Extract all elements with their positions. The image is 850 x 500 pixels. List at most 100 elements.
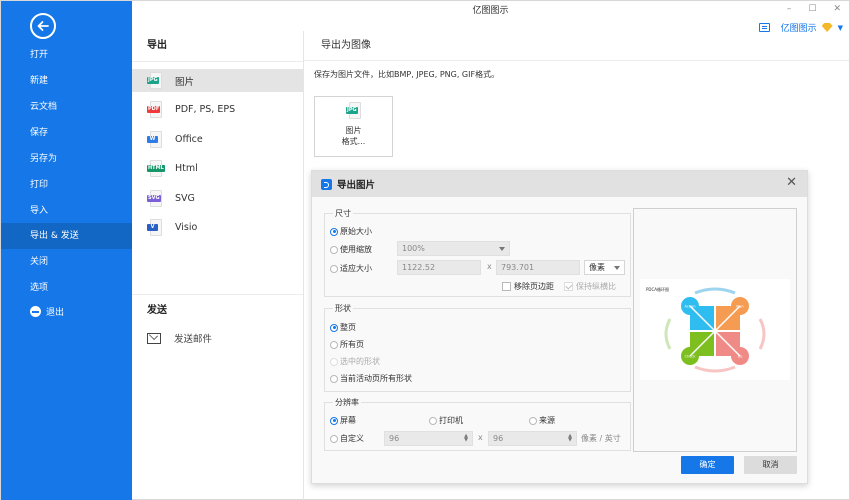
- sidebar-item-cloud-docs[interactable]: 云文档: [1, 94, 132, 120]
- sidebar-item-label: 新建: [30, 76, 49, 86]
- unit-dropdown[interactable]: 像素: [584, 260, 625, 275]
- radio-label: 适应大小: [340, 264, 372, 273]
- sidebar-item-label: 关闭: [30, 257, 49, 267]
- radio-label: 来源: [539, 416, 555, 425]
- radio-label: 所有页: [340, 340, 364, 349]
- sidebar-item-export-send[interactable]: 导出 & 发送: [1, 223, 132, 249]
- tile-line-2: 格式...: [341, 137, 366, 146]
- export-item-label: Visio: [175, 222, 198, 233]
- radio-all-pages[interactable]: 所有页: [330, 339, 364, 350]
- radio-selected-shapes[interactable]: 选中的形状: [330, 356, 380, 367]
- file-menu-sidebar: 打开 新建 云文档 保存 另存为 打印 导入 导出 & 发送 关闭 选项 退出: [1, 1, 132, 500]
- sidebar-item-new[interactable]: 新建: [1, 68, 132, 94]
- export-item-pdf[interactable]: PDF PDF, PS, EPS: [132, 98, 303, 121]
- dialog-title: 导出图片: [337, 180, 376, 191]
- radio-use-scale[interactable]: 使用缩放: [330, 244, 372, 255]
- dpi-x-value: 96: [389, 434, 400, 443]
- sidebar-item-save[interactable]: 保存: [1, 120, 132, 146]
- spinner-icon[interactable]: ▲ ▼: [464, 434, 468, 443]
- html-file-icon: HTML: [147, 160, 165, 177]
- jpg-file-icon: JPG: [346, 102, 361, 119]
- radio-button[interactable]: [330, 245, 338, 254]
- sidebar-item-label: 导出 & 发送: [30, 231, 79, 241]
- radio-custom[interactable]: 自定义: [330, 433, 364, 444]
- export-item-svg[interactable]: SVG SVG: [132, 187, 303, 210]
- shape-legend: 形状: [333, 303, 353, 314]
- export-item-visio[interactable]: V Visio: [132, 216, 303, 239]
- dialog-close-button[interactable]: ✕: [786, 176, 797, 190]
- radio-source[interactable]: 来源: [529, 415, 555, 426]
- send-heading: 发送: [147, 305, 167, 316]
- sidebar-item-label: 打开: [30, 50, 49, 60]
- sidebar-item-options[interactable]: 选项: [1, 275, 132, 301]
- preview-image: PDCA循环图 Action Plan Check Do: [640, 279, 790, 380]
- radio-label: 整页: [340, 323, 356, 332]
- ok-button[interactable]: 确定: [681, 456, 734, 474]
- export-item-label: Html: [175, 163, 198, 174]
- radio-fit-size[interactable]: 适应大小: [330, 263, 372, 274]
- sidebar-item-open[interactable]: 打开: [1, 42, 132, 68]
- image-format-tile[interactable]: JPG 图片 格式...: [314, 96, 393, 157]
- radio-button[interactable]: [330, 374, 338, 383]
- radio-button[interactable]: [429, 416, 437, 425]
- dpi-x-input[interactable]: 96 ▲ ▼: [384, 431, 473, 446]
- radio-label: 使用缩放: [340, 245, 372, 254]
- size-group: 尺寸 原始大小 使用缩放 100% 适应大小 1122.52 x 793.701…: [324, 208, 631, 297]
- checkbox[interactable]: [502, 282, 511, 291]
- sidebar-item-import[interactable]: 导入: [1, 198, 132, 224]
- minimize-button[interactable]: –: [787, 4, 792, 14]
- window-controls: – ☐ ✕: [787, 4, 841, 14]
- export-item-office[interactable]: W Office: [132, 128, 303, 151]
- jpg-file-icon: JPG: [147, 72, 162, 89]
- dialog-header: 导出图片: [312, 171, 807, 197]
- send-email-item[interactable]: 发送邮件: [147, 331, 212, 345]
- checkbox[interactable]: [564, 282, 573, 291]
- sidebar-item-save-as[interactable]: 另存为: [1, 146, 132, 172]
- radio-button[interactable]: [529, 416, 537, 425]
- checkbox-label: 移除页边距: [514, 282, 554, 291]
- radio-button[interactable]: [330, 357, 338, 366]
- sidebar-item-exit[interactable]: 退出: [1, 300, 132, 326]
- radio-button[interactable]: [330, 340, 338, 349]
- height-input[interactable]: 793.701: [496, 260, 580, 275]
- scale-value: 100%: [402, 244, 425, 253]
- radio-whole-page[interactable]: 整页: [330, 322, 356, 333]
- radio-label: 原始大小: [340, 227, 372, 236]
- radio-button[interactable]: [330, 264, 338, 273]
- word-file-icon: W: [147, 131, 162, 148]
- radio-label: 选中的形状: [340, 357, 380, 366]
- keep-ratio-checkbox[interactable]: 保持纵横比: [564, 281, 616, 292]
- radio-screen[interactable]: 屏幕: [330, 415, 356, 426]
- cycle-arrow-right: [758, 318, 766, 350]
- export-item-label: SVG: [175, 193, 195, 204]
- cycle-arrow-top: [694, 287, 736, 295]
- dpi-y-input[interactable]: 96 ▲ ▼: [488, 431, 577, 446]
- node-label: Plan: [736, 305, 743, 309]
- sidebar-item-print[interactable]: 打印: [1, 172, 132, 198]
- sidebar-item-label: 云文档: [30, 102, 58, 112]
- export-item-html[interactable]: HTML Html: [132, 157, 303, 180]
- dropdown-caret-icon: [499, 247, 505, 251]
- remove-margin-checkbox[interactable]: 移除页边距: [502, 281, 554, 292]
- scale-dropdown[interactable]: 100%: [397, 241, 510, 256]
- size-legend: 尺寸: [333, 208, 353, 219]
- export-image-panel: 导出为图像 保存为图片文件，比如BMP, JPEG, PNG, GIF格式。 J…: [304, 31, 849, 157]
- back-button[interactable]: [30, 13, 56, 39]
- export-item-image[interactable]: JPG 图片: [132, 69, 303, 92]
- width-input[interactable]: 1122.52: [397, 260, 481, 275]
- node-label: Action: [685, 305, 696, 309]
- radio-button[interactable]: [330, 227, 338, 236]
- radio-original-size[interactable]: 原始大小: [330, 226, 372, 237]
- radio-active-page-shapes[interactable]: 当前活动页所有形状: [330, 373, 412, 384]
- radio-button[interactable]: [330, 323, 338, 332]
- sidebar-item-label: 打印: [30, 180, 49, 190]
- close-window-button[interactable]: ✕: [833, 4, 841, 14]
- visio-file-icon: V: [147, 219, 162, 236]
- radio-button[interactable]: [330, 434, 338, 443]
- radio-button[interactable]: [330, 416, 338, 425]
- maximize-button[interactable]: ☐: [808, 4, 816, 14]
- radio-printer[interactable]: 打印机: [429, 415, 463, 426]
- sidebar-item-close[interactable]: 关闭: [1, 249, 132, 275]
- spinner-icon[interactable]: ▲ ▼: [568, 434, 572, 443]
- cancel-button[interactable]: 取消: [744, 456, 797, 474]
